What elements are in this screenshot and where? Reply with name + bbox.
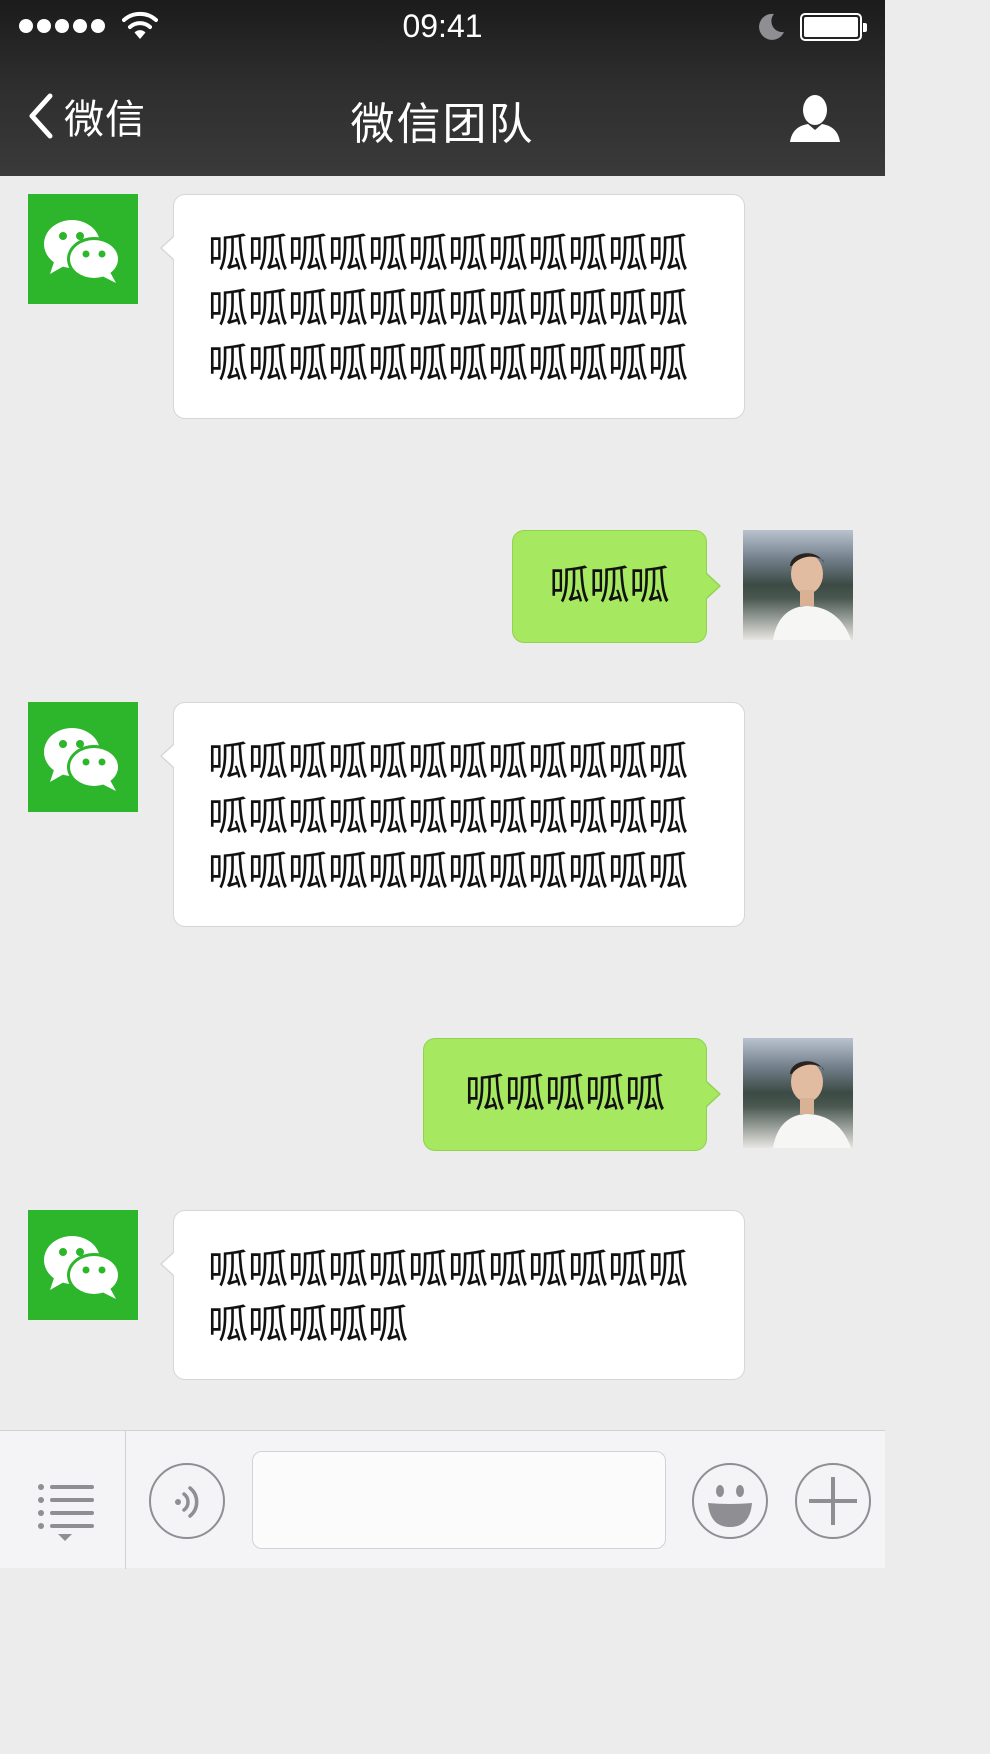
incoming-message-bubble[interactable]: 呱呱呱呱呱呱呱呱呱呱呱呱呱呱呱呱呱呱呱呱呱呱呱呱呱呱呱呱呱呱呱呱呱呱呱呱 (160, 702, 745, 927)
outgoing-message-bubble[interactable]: 呱呱呱 (512, 530, 721, 643)
avatar[interactable] (28, 1210, 138, 1320)
message-row: 呱呱呱呱呱呱呱呱呱呱呱呱呱呱呱呱呱呱呱呱呱呱呱呱呱呱呱呱呱呱呱呱呱呱呱呱 (0, 702, 885, 982)
moon-icon (759, 13, 784, 40)
message-row: 呱呱呱呱呱呱呱呱呱呱呱呱呱呱呱呱呱 (0, 1210, 885, 1380)
message-row: 呱呱呱呱呱 (0, 1038, 885, 1152)
avatar[interactable] (28, 702, 138, 812)
message-row: 呱呱呱呱呱呱呱呱呱呱呱呱呱呱呱呱呱呱呱呱呱呱呱呱呱呱呱呱呱呱呱呱呱呱呱呱 (0, 194, 885, 474)
navigation-bar: 微信 微信团队 (0, 56, 885, 176)
voice-icon (175, 1486, 199, 1518)
status-time: 09:41 (402, 8, 483, 44)
user-photo (773, 1061, 851, 1148)
status-bar: 09:41 (0, 0, 885, 56)
wechat-logo-icon (44, 1236, 121, 1299)
outgoing-message-bubble[interactable]: 呱呱呱呱呱 (423, 1038, 721, 1151)
smiley-icon (708, 1485, 752, 1527)
avatar[interactable] (28, 194, 138, 304)
profile-button[interactable] (786, 90, 844, 148)
battery-icon (800, 13, 867, 41)
input-bar (0, 1430, 885, 1569)
plus-icon (809, 1477, 857, 1525)
chat-title: 微信团队 (350, 99, 535, 150)
message-input[interactable] (252, 1451, 666, 1549)
message-row: 呱呱呱 (0, 530, 885, 644)
user-avatar-photo[interactable] (743, 530, 853, 640)
top-bar: 09:41 微信 微信团队 (0, 0, 885, 176)
message-list[interactable]: 呱呱呱呱呱呱呱呱呱呱呱呱呱呱呱呱呱呱呱呱呱呱呱呱呱呱呱呱呱呱呱呱呱呱呱呱 呱呱呱 (0, 176, 885, 1430)
wechat-logo-icon (44, 220, 121, 283)
list-menu-icon (38, 1484, 94, 1541)
voice-button[interactable] (149, 1463, 225, 1539)
user-photo (773, 553, 851, 640)
plus-button[interactable] (795, 1463, 871, 1539)
person-icon (790, 95, 840, 142)
wechat-logo-icon (44, 728, 121, 791)
incoming-message-bubble[interactable]: 呱呱呱呱呱呱呱呱呱呱呱呱呱呱呱呱呱 (160, 1210, 745, 1380)
incoming-message-bubble[interactable]: 呱呱呱呱呱呱呱呱呱呱呱呱呱呱呱呱呱呱呱呱呱呱呱呱呱呱呱呱呱呱呱呱呱呱呱呱 (160, 194, 745, 419)
menu-toggle-button[interactable] (0, 1431, 126, 1569)
user-avatar-photo[interactable] (743, 1038, 853, 1148)
emoji-button[interactable] (692, 1463, 768, 1539)
